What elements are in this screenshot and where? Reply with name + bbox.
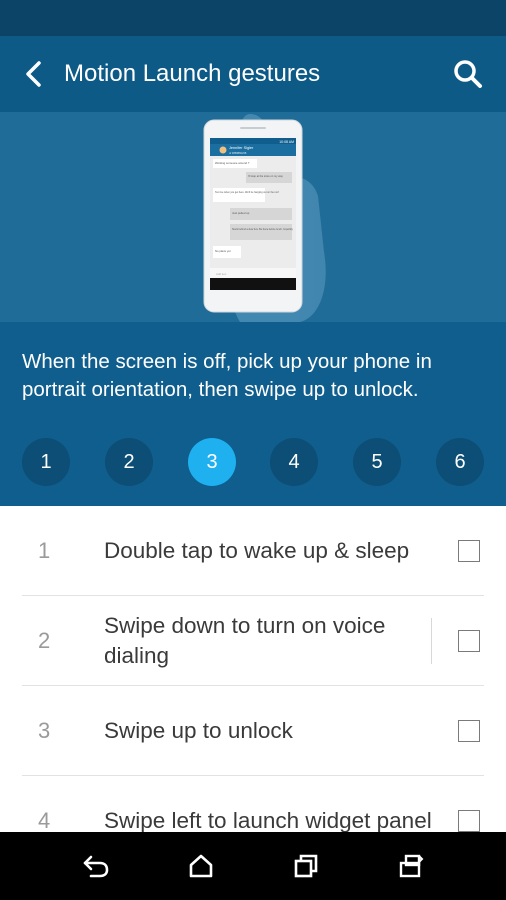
- gesture-hero-panel: 10:08 AM Jennifer Sigler of 3858882238 W…: [0, 112, 506, 506]
- illus-msg-1: Working someone around ?: [215, 161, 250, 165]
- status-bar: [0, 0, 506, 36]
- step-indicator: 1 2 3 4 5 6: [0, 438, 506, 486]
- gesture-list: 1 Double tap to wake up & sleep 2 Swipe …: [0, 506, 506, 832]
- back-button[interactable]: [14, 54, 54, 94]
- step-2[interactable]: 2: [105, 438, 153, 486]
- illus-msg-2: I'll stop at the store on my way: [248, 174, 284, 178]
- gesture-number: 3: [38, 718, 51, 743]
- gesture-row-2[interactable]: 2 Swipe down to turn on voice dialing: [22, 596, 484, 686]
- illus-time: 10:08 AM: [279, 140, 294, 144]
- gesture-checkbox[interactable]: [458, 810, 480, 832]
- back-arrow-icon: [26, 61, 41, 87]
- illus-contact-sub: of 3858882238: [229, 151, 247, 155]
- gesture-row-4[interactable]: 4 Swipe left to launch widget panel: [22, 776, 484, 832]
- gesture-checkbox[interactable]: [458, 720, 480, 742]
- phone-illustration: 10:08 AM Jennifer Sigler of 3858882238 W…: [203, 114, 326, 322]
- illus-contact-name: Jennifer Sigler: [229, 146, 254, 150]
- step-5[interactable]: 5: [353, 438, 401, 486]
- gesture-checkbox[interactable]: [458, 540, 480, 562]
- illus-msg-4: Just pulled up: [232, 211, 250, 215]
- step-3-active[interactable]: 3: [188, 438, 236, 486]
- illus-msg-6: No plans yet: [215, 249, 231, 253]
- nav-home-icon: [189, 854, 213, 878]
- nav-recents-button[interactable]: [286, 846, 326, 886]
- search-button[interactable]: [448, 54, 488, 94]
- navigation-bar: [0, 832, 506, 900]
- nav-rotate-icon: [399, 854, 424, 878]
- step-4[interactable]: 4: [270, 438, 318, 486]
- gesture-illustration: 10:08 AM Jennifer Sigler of 3858882238 W…: [0, 112, 506, 322]
- illus-msg-3: Text me when you get here. We'll be hang…: [215, 191, 279, 194]
- gesture-number: 1: [38, 538, 51, 563]
- nav-rotate-button[interactable]: [391, 846, 431, 886]
- nav-recents-icon: [294, 854, 318, 878]
- nav-home-button[interactable]: [181, 846, 221, 886]
- illus-msg-5: Stuck behind a slow bus. Be there before…: [232, 228, 294, 231]
- illus-input: Add text: [216, 272, 226, 276]
- gesture-label: Swipe up to unlock: [104, 718, 293, 743]
- step-6[interactable]: 6: [436, 438, 484, 486]
- gesture-label: Swipe left to launch widget panel: [104, 808, 432, 832]
- gesture-label: Double tap to wake up & sleep: [104, 538, 410, 563]
- search-icon: [454, 60, 482, 88]
- gesture-row-3[interactable]: 3 Swipe up to unlock: [22, 686, 484, 776]
- gesture-description: When the screen is off, pick up your pho…: [22, 350, 432, 401]
- nav-back-icon: [83, 855, 109, 878]
- gesture-label: Swipe down to turn on voice dialing: [104, 613, 386, 668]
- gesture-row-1[interactable]: 1 Double tap to wake up & sleep: [22, 506, 484, 596]
- app-bar: Motion Launch gestures: [0, 36, 506, 112]
- nav-back-button[interactable]: [76, 846, 116, 886]
- gesture-number: 4: [38, 808, 51, 832]
- page-title: Motion Launch gestures: [64, 60, 321, 87]
- row-divider: [431, 618, 432, 664]
- gesture-number: 2: [38, 628, 51, 653]
- gesture-checkbox[interactable]: [458, 630, 480, 652]
- step-1[interactable]: 1: [22, 438, 70, 486]
